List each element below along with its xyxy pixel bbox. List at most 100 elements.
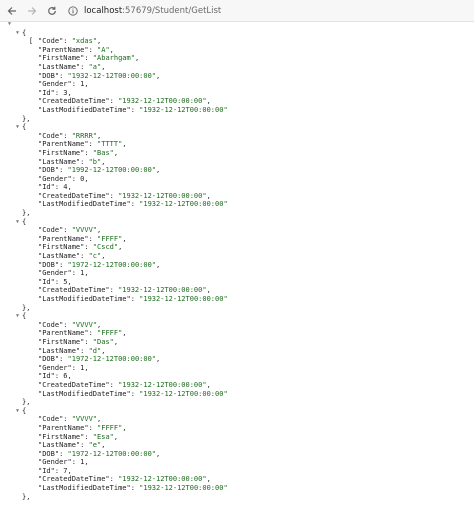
info-icon[interactable] bbox=[68, 5, 78, 16]
json-key: "ParentName": bbox=[38, 140, 98, 149]
json-field-line: "Code": "VVVV", bbox=[8, 321, 468, 330]
json-value: "e" bbox=[88, 441, 102, 450]
json-comma: , bbox=[156, 260, 161, 269]
json-comma: , bbox=[156, 166, 161, 175]
json-key: "LastModifiedDateTime": bbox=[38, 105, 140, 114]
collapse-toggle-icon[interactable]: ▼ bbox=[16, 29, 22, 38]
json-comma: , bbox=[118, 243, 123, 252]
json-key: "LastName": bbox=[38, 62, 89, 71]
json-key: "LastModifiedDateTime": bbox=[38, 200, 140, 209]
json-field-line: "DOB": "1972-12-12T00:00:00", bbox=[8, 261, 468, 270]
collapse-toggle-icon[interactable]: ▼ bbox=[16, 123, 22, 132]
json-value: "1932-12-12T00:00:00" bbox=[118, 191, 207, 200]
json-comma: , bbox=[101, 252, 106, 261]
json-value: "A" bbox=[97, 45, 110, 54]
url-path: :57679/Student/GetList bbox=[122, 5, 222, 16]
address-bar[interactable]: localhost:57679/Student/GetList bbox=[68, 3, 221, 19]
json-field-line: "DOB": "1972-12-12T00:00:00", bbox=[8, 450, 468, 459]
json-value: "1932-12-12T00:00:00" bbox=[118, 475, 207, 484]
json-value: "FFFF" bbox=[97, 329, 123, 338]
json-key: "LastName": bbox=[38, 441, 89, 450]
json-key: "ParentName": bbox=[38, 45, 98, 54]
json-value: "1932-12-12T00:00:00" bbox=[118, 380, 207, 389]
json-comma: , bbox=[206, 286, 211, 295]
json-comma: , bbox=[113, 148, 119, 157]
json-field-line: "Gender": 1, bbox=[8, 269, 468, 278]
url-host: localhost bbox=[84, 5, 123, 16]
json-comma: , bbox=[206, 475, 211, 484]
json-key: "Code": bbox=[38, 131, 72, 140]
json-key: "Id": bbox=[38, 277, 64, 286]
json-comma: , bbox=[122, 423, 127, 432]
json-key: "Code": bbox=[38, 320, 72, 329]
json-value: "1932-12-12T00:00:00" bbox=[139, 484, 228, 493]
json-field-line: "Id": 7, bbox=[8, 467, 468, 476]
reload-icon[interactable] bbox=[44, 3, 60, 19]
json-value: "1932-12-12T00:00:00" bbox=[139, 105, 228, 114]
json-key: "DOB": bbox=[38, 260, 68, 269]
json-key: "DOB": bbox=[38, 355, 68, 364]
json-value: "TTTT" bbox=[97, 140, 123, 149]
json-key: "ParentName": bbox=[38, 423, 98, 432]
json-field-line: "Gender": 1, bbox=[8, 80, 468, 89]
json-close-brace: }, bbox=[22, 114, 31, 123]
json-comma: , bbox=[84, 363, 89, 372]
json-key: "CreatedDateTime": bbox=[38, 475, 119, 484]
json-key: "ParentName": bbox=[38, 234, 98, 243]
collapse-toggle-icon[interactable]: ▼ bbox=[8, 20, 14, 29]
json-value: "1992-12-12T00:00:00" bbox=[67, 166, 157, 175]
json-key: "Id": bbox=[38, 88, 64, 97]
json-field-line: "ParentName": "FFFF", bbox=[8, 235, 468, 244]
json-field-line: "DOB": "1972-12-12T00:00:00", bbox=[8, 355, 468, 364]
collapse-toggle-icon[interactable]: ▼ bbox=[16, 312, 22, 321]
arrow-right-icon[interactable] bbox=[24, 3, 40, 19]
json-field-line: "ParentName": "FFFF", bbox=[8, 424, 468, 433]
json-field-line: "FirstName": "Das", bbox=[8, 338, 468, 347]
json-field-line: "ParentName": "TTTT", bbox=[8, 140, 468, 149]
json-comma: , bbox=[101, 441, 106, 450]
json-open-brace: { bbox=[22, 312, 27, 321]
json-open-brace: { bbox=[22, 123, 27, 132]
json-value: "Esa" bbox=[92, 432, 114, 441]
json-object-open: ▼{ bbox=[8, 407, 468, 416]
json-open-brace: { bbox=[22, 28, 27, 37]
json-comma: , bbox=[113, 432, 119, 441]
json-key: "FirstName": bbox=[38, 337, 93, 346]
json-field-line: "LastName": "d", bbox=[8, 347, 468, 356]
json-comma: , bbox=[67, 88, 72, 97]
json-field-line: "FirstName": "Bas", bbox=[8, 149, 468, 158]
json-value: "1972-12-12T00:00:00" bbox=[67, 355, 157, 364]
arrow-left-icon[interactable] bbox=[4, 3, 20, 19]
json-object-open: ▼{ bbox=[8, 123, 468, 132]
json-field-line: "LastModifiedDateTime": "1932-12-12T00:0… bbox=[8, 200, 468, 209]
json-field-line: "LastName": "e", bbox=[8, 441, 468, 450]
json-key: "Gender": bbox=[38, 174, 81, 183]
json-comma: , bbox=[97, 320, 102, 329]
json-key: "Gender": bbox=[38, 363, 81, 372]
collapse-toggle-icon[interactable]: ▼ bbox=[16, 407, 22, 416]
json-key: "Id": bbox=[38, 466, 64, 475]
collapse-toggle-icon[interactable]: ▼ bbox=[16, 218, 22, 227]
json-comma: , bbox=[206, 191, 211, 200]
json-object-close: }, bbox=[8, 493, 468, 502]
json-comma: , bbox=[84, 269, 89, 278]
json-key: "Gender": bbox=[38, 269, 81, 278]
json-value: "xdas" bbox=[71, 37, 98, 46]
json-comma: , bbox=[67, 372, 72, 381]
json-comma: , bbox=[206, 97, 211, 106]
json-field-line: "LastModifiedDateTime": "1932-12-12T00:0… bbox=[8, 484, 468, 493]
json-value: "b" bbox=[88, 157, 102, 166]
json-field-line: "CreatedDateTime": "1932-12-12T00:00:00"… bbox=[8, 381, 468, 390]
json-field-line: "CreatedDateTime": "1932-12-12T00:00:00"… bbox=[8, 192, 468, 201]
json-comma: , bbox=[156, 449, 161, 458]
json-value: "VVVV" bbox=[71, 415, 98, 424]
json-value: "RRRR" bbox=[71, 131, 98, 140]
json-key: "Id": bbox=[38, 183, 64, 192]
json-comma: , bbox=[101, 62, 106, 71]
json-open-brace: { bbox=[22, 217, 27, 226]
json-value: "Bas" bbox=[92, 148, 114, 157]
json-value: "1932-12-12T00:00:00" bbox=[118, 286, 207, 295]
json-comma: , bbox=[113, 337, 119, 346]
json-object-open: ▼{ bbox=[8, 312, 468, 321]
json-comma: , bbox=[84, 80, 89, 89]
